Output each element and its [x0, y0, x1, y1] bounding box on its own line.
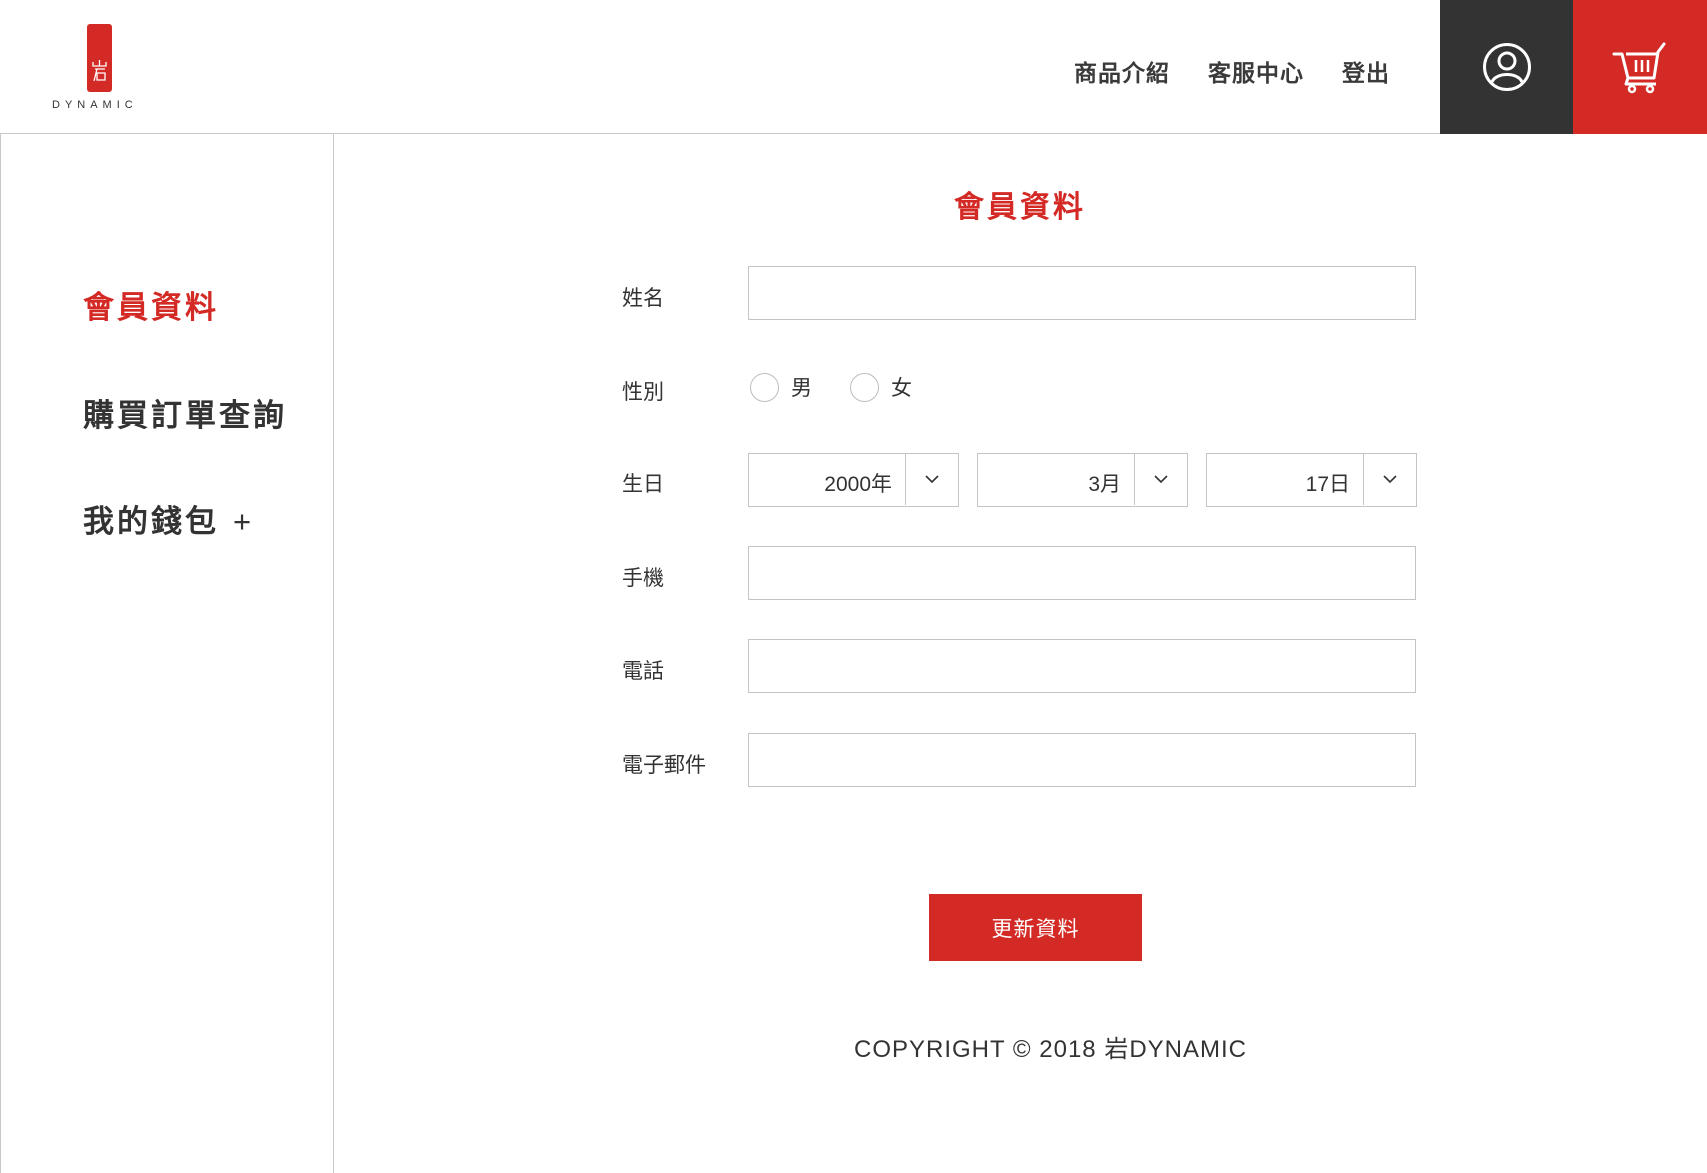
- gender-option-male[interactable]: 男: [750, 372, 812, 402]
- account-sidebar: 會員資料 購買訂單查詢 我的錢包 +: [0, 134, 334, 1173]
- logo-glyph-icon: [92, 60, 107, 82]
- member-form-area: 會員資料 姓名 性別 男 女 生日 2000年 3月 17日 手機 電話 電子郵…: [334, 134, 1707, 1173]
- mobile-input[interactable]: [748, 546, 1416, 600]
- user-account-button[interactable]: [1440, 0, 1573, 134]
- expand-plus-icon[interactable]: +: [233, 504, 251, 539]
- sidebar-item-wallet-label: 我的錢包: [83, 504, 219, 539]
- cart-icon: [1612, 42, 1666, 94]
- radio-male[interactable]: [750, 372, 779, 402]
- site-header: DYNAMIC 商品介紹 客服中心 登出: [0, 0, 1707, 134]
- birth-day-select[interactable]: 17日: [1206, 453, 1417, 507]
- phone-input[interactable]: [748, 639, 1416, 693]
- name-input[interactable]: [748, 266, 1416, 320]
- update-profile-button[interactable]: 更新資料: [929, 894, 1142, 961]
- chevron-down-icon[interactable]: [1134, 454, 1187, 505]
- sidebar-item-order-history[interactable]: 購買訂單查詢: [83, 390, 287, 435]
- birth-year-select[interactable]: 2000年: [748, 453, 959, 507]
- gender-label: 性別: [622, 381, 664, 404]
- birth-month-value: 3月: [1088, 473, 1121, 496]
- chevron-down-icon[interactable]: [1363, 454, 1416, 505]
- radio-female[interactable]: [850, 372, 879, 402]
- user-icon: [1482, 43, 1531, 91]
- copyright-text: COPYRIGHT © 2018 岩DYNAMIC: [854, 1036, 1247, 1063]
- sidebar-item-wallet[interactable]: 我的錢包 +: [83, 496, 251, 541]
- logo-text: DYNAMIC: [52, 99, 138, 111]
- cart-button[interactable]: [1573, 0, 1707, 134]
- brand-logo[interactable]: DYNAMIC: [52, 24, 152, 114]
- chevron-down-icon[interactable]: [905, 454, 958, 505]
- logo-mark-icon: [87, 24, 112, 92]
- gender-option-female-label: 女: [891, 377, 912, 400]
- birth-year-value: 2000年: [824, 473, 892, 496]
- gender-option-female[interactable]: 女: [850, 372, 912, 402]
- email-label: 電子郵件: [622, 754, 706, 777]
- sidebar-item-member-info[interactable]: 會員資料: [83, 282, 219, 327]
- name-label: 姓名: [622, 287, 664, 310]
- main-nav: 商品介紹 客服中心 登出: [1074, 54, 1390, 88]
- mobile-label: 手機: [622, 567, 664, 590]
- birth-month-select[interactable]: 3月: [977, 453, 1188, 507]
- gender-option-male-label: 男: [791, 377, 812, 400]
- nav-item-products[interactable]: 商品介紹: [1074, 54, 1170, 88]
- email-input[interactable]: [748, 733, 1416, 787]
- birthday-label: 生日: [622, 473, 664, 496]
- phone-label: 電話: [622, 660, 664, 683]
- nav-item-support[interactable]: 客服中心: [1208, 54, 1304, 88]
- page-title: 會員資料: [954, 191, 1086, 224]
- nav-item-logout[interactable]: 登出: [1342, 54, 1390, 88]
- birth-day-value: 17日: [1305, 473, 1350, 496]
